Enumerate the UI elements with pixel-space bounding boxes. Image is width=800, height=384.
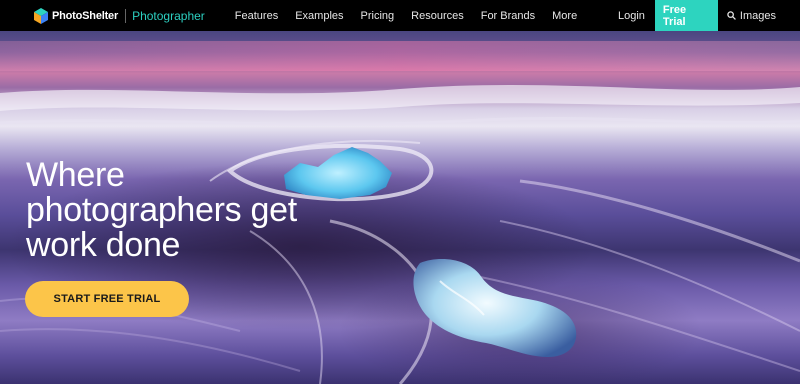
free-trial-button[interactable]: Free Trial bbox=[654, 0, 718, 31]
hero-headline-line-3: work done bbox=[26, 226, 181, 264]
nav-item-features[interactable]: Features bbox=[235, 10, 278, 22]
brand-logo[interactable]: PhotoShelter Photographer bbox=[0, 0, 205, 31]
main-nav: Features Examples Pricing Resources For … bbox=[235, 10, 577, 22]
images-search-link[interactable]: Images bbox=[718, 10, 800, 22]
start-free-trial-button[interactable]: START FREE TRIAL bbox=[25, 281, 189, 317]
login-link[interactable]: Login bbox=[618, 10, 645, 22]
images-link-label: Images bbox=[739, 9, 776, 22]
nav-item-pricing[interactable]: Pricing bbox=[361, 10, 395, 22]
photoshelter-logo-icon bbox=[34, 7, 48, 24]
top-navbar: PhotoShelter Photographer Features Examp… bbox=[0, 0, 800, 31]
hero-section: Where photographers get work done START … bbox=[0, 31, 800, 384]
nav-item-examples[interactable]: Examples bbox=[295, 10, 343, 22]
brand-subtitle: Photographer bbox=[132, 8, 205, 23]
nav-item-for-brands[interactable]: For Brands bbox=[481, 10, 535, 22]
brand-divider bbox=[125, 8, 127, 23]
nav-right-group: Login Free Trial Images bbox=[618, 0, 800, 31]
hero-headline-line-1: Where bbox=[26, 156, 125, 194]
brand-name: PhotoShelter bbox=[52, 9, 119, 22]
search-icon bbox=[727, 11, 736, 20]
hero-headline-line-2: photographers get bbox=[26, 191, 297, 229]
nav-item-more[interactable]: More bbox=[552, 10, 577, 22]
hero-headline: Where photographers get work done bbox=[26, 158, 366, 263]
nav-item-resources[interactable]: Resources bbox=[411, 10, 464, 22]
